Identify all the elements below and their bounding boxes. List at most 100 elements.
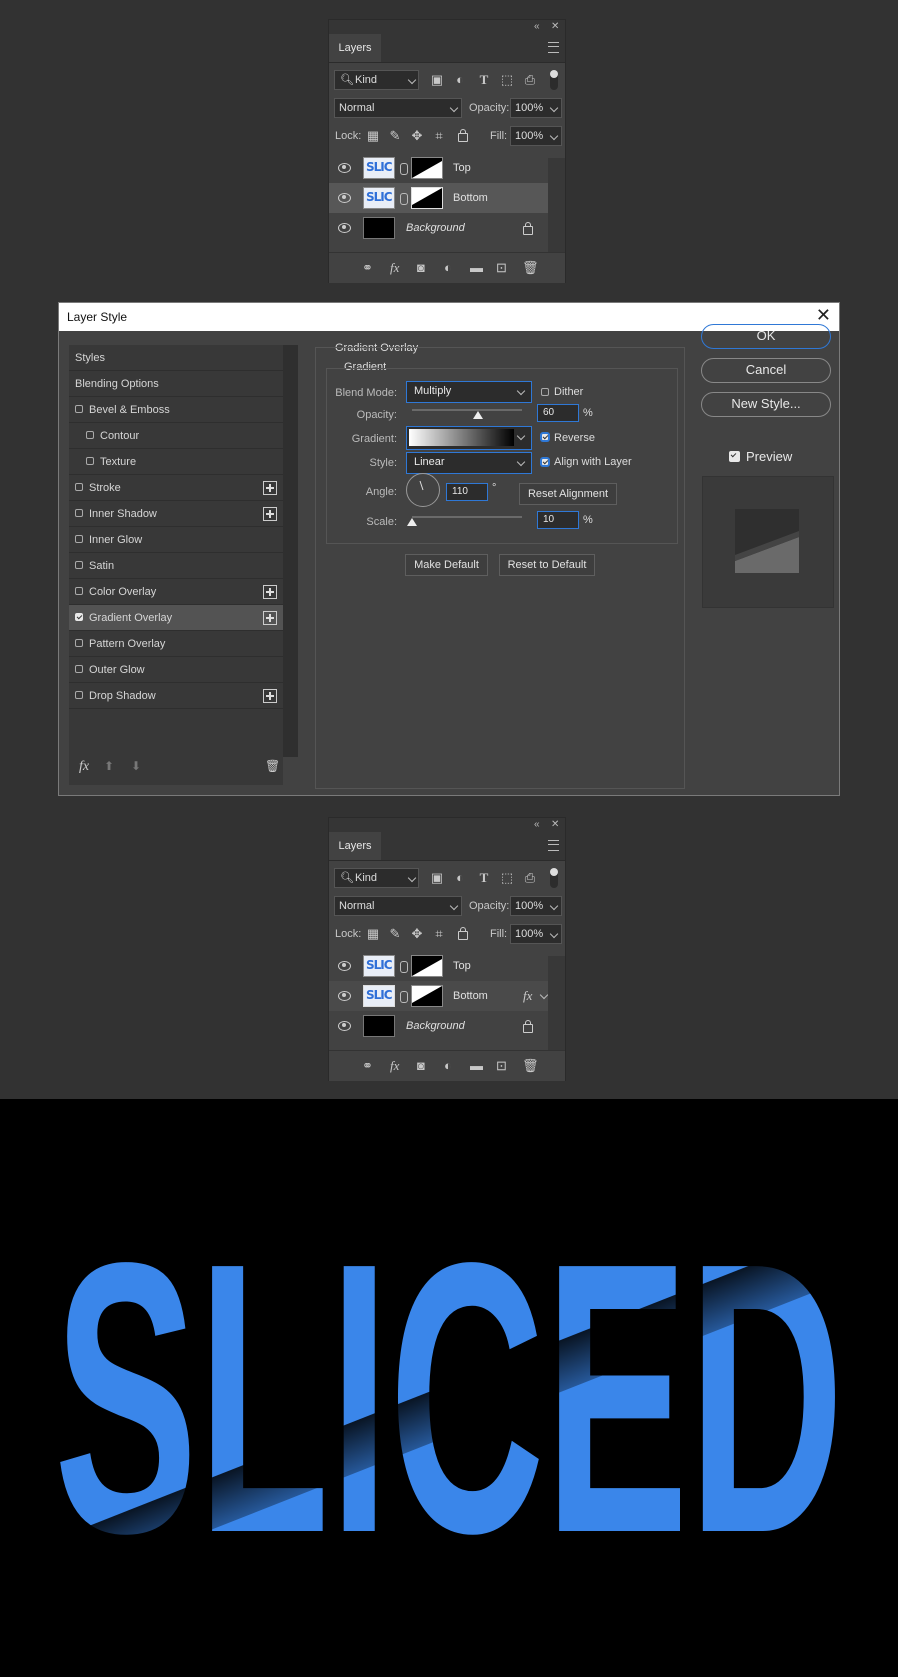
link-chain-icon[interactable]	[400, 991, 408, 1003]
scale-slider-track[interactable]	[412, 516, 522, 518]
reverse-checkbox[interactable]	[541, 433, 549, 441]
move-up-icon[interactable]: ⬆	[104, 759, 114, 773]
style-item-texture[interactable]: Texture	[69, 449, 283, 475]
blend-mode-select[interactable]: Normal	[334, 98, 462, 118]
checkbox[interactable]	[75, 509, 83, 517]
layer-row-top[interactable]: SLIC Top	[329, 951, 548, 981]
new-layer-icon[interactable]: ⊡	[496, 1058, 507, 1074]
collapse-icon[interactable]: «	[534, 21, 540, 32]
add-effect-icon[interactable]	[263, 689, 277, 703]
checkbox[interactable]	[75, 665, 83, 673]
style-item-styles[interactable]: Styles	[69, 345, 283, 371]
layer-row-bottom[interactable]: SLIC Bottom fx	[329, 981, 549, 1011]
close-icon[interactable]: ✕	[551, 819, 559, 830]
layer-name[interactable]: Top	[453, 162, 471, 174]
adjustment-filter-icon[interactable]: ◐	[452, 72, 468, 88]
add-effect-icon[interactable]	[263, 585, 277, 599]
gradient-picker[interactable]	[406, 426, 532, 450]
layer-name[interactable]: Background	[406, 1020, 465, 1032]
scale-slider-knob[interactable]	[407, 518, 417, 526]
smart-object-filter-icon[interactable]: ⎙	[522, 72, 538, 88]
layer-name[interactable]: Top	[453, 960, 471, 972]
cancel-button[interactable]: Cancel	[701, 358, 831, 383]
link-chain-icon[interactable]	[400, 193, 408, 205]
lock-artboard-icon[interactable]: ⌗	[431, 926, 447, 942]
style-item-pattern-overlay[interactable]: Pattern Overlay	[69, 631, 283, 657]
layer-lock-icon[interactable]	[523, 222, 533, 235]
opacity-slider-knob[interactable]	[473, 411, 483, 419]
add-effect-icon[interactable]	[263, 611, 277, 625]
fx-icon[interactable]: fx	[390, 260, 399, 276]
delete-layer-icon[interactable]: 🗑︎	[522, 1058, 539, 1074]
angle-dial[interactable]	[406, 473, 440, 507]
checkbox[interactable]	[75, 405, 83, 413]
delete-effect-icon[interactable]: 🗑︎	[265, 759, 280, 773]
layer-mask-thumbnail[interactable]	[411, 157, 443, 179]
add-mask-icon[interactable]: ◙	[417, 260, 425, 275]
layer-name[interactable]: Bottom	[453, 192, 488, 204]
checkbox[interactable]	[86, 431, 94, 439]
new-layer-icon[interactable]: ⊡	[496, 260, 507, 276]
type-filter-icon[interactable]: T	[476, 870, 492, 886]
style-item-bevel-emboss[interactable]: Bevel & Emboss	[69, 397, 283, 423]
layers-scrollbar[interactable]	[548, 158, 565, 252]
fill-field[interactable]: 100%	[510, 924, 562, 944]
close-icon[interactable]: ✕	[816, 305, 831, 326]
dither-checkbox[interactable]	[541, 388, 549, 396]
style-item-satin[interactable]: Satin	[69, 553, 283, 579]
lock-brush-icon[interactable]: ✎	[387, 926, 403, 942]
style-item-inner-glow[interactable]: Inner Glow	[69, 527, 283, 553]
lock-all-icon[interactable]	[458, 927, 468, 940]
styles-scrollbar[interactable]	[283, 345, 298, 757]
visibility-eye-icon[interactable]	[338, 961, 351, 971]
checkbox-checked[interactable]	[75, 613, 83, 621]
reset-to-default-button[interactable]: Reset to Default	[499, 554, 595, 576]
shape-filter-icon[interactable]: ⬚	[499, 870, 515, 886]
new-style-button[interactable]: New Style...	[701, 392, 831, 417]
lock-artboard-icon[interactable]: ⌗	[431, 128, 447, 144]
checkbox[interactable]	[75, 587, 83, 595]
layer-name[interactable]: Bottom	[453, 990, 488, 1002]
type-filter-icon[interactable]: T	[476, 72, 492, 88]
pixel-filter-icon[interactable]: ▣	[429, 72, 445, 88]
blend-mode-select[interactable]: Multiply	[406, 381, 532, 403]
style-item-gradient-overlay[interactable]: Gradient Overlay	[69, 605, 283, 631]
add-effect-icon[interactable]	[263, 481, 277, 495]
blend-mode-select[interactable]: Normal	[334, 896, 462, 916]
lock-all-icon[interactable]	[458, 129, 468, 142]
opacity-slider-track[interactable]	[412, 409, 522, 411]
make-default-button[interactable]: Make Default	[405, 554, 488, 576]
new-group-icon[interactable]: ▬	[470, 1058, 483, 1073]
layer-row-background[interactable]: Background	[329, 1011, 548, 1041]
checkbox[interactable]	[75, 639, 83, 647]
style-item-inner-shadow[interactable]: Inner Shadow	[69, 501, 283, 527]
layer-lock-icon[interactable]	[523, 1020, 533, 1033]
layer-name[interactable]: Background	[406, 222, 465, 234]
opacity-field[interactable]: 100%	[510, 896, 562, 916]
style-item-blending-options[interactable]: Blending Options	[69, 371, 283, 397]
add-mask-icon[interactable]: ◙	[417, 1058, 425, 1073]
layer-row-top[interactable]: SLIC Top	[329, 153, 548, 183]
style-item-outer-glow[interactable]: Outer Glow	[69, 657, 283, 683]
ok-button[interactable]: OK	[701, 324, 831, 349]
layer-mask-thumbnail[interactable]	[411, 955, 443, 977]
checkbox[interactable]	[75, 535, 83, 543]
checkbox[interactable]	[86, 457, 94, 465]
new-group-icon[interactable]: ▬	[470, 260, 483, 275]
style-select[interactable]: Linear	[406, 452, 532, 474]
gradient-preview[interactable]	[409, 429, 514, 446]
align-with-layer-checkbox[interactable]	[541, 458, 549, 466]
layer-row-background[interactable]: Background	[329, 213, 548, 243]
link-layers-icon[interactable]: ⚭	[362, 260, 373, 276]
filter-toggle[interactable]	[550, 868, 558, 888]
filter-toggle[interactable]	[550, 70, 558, 90]
delete-layer-icon[interactable]: 🗑︎	[522, 260, 539, 276]
lock-move-icon[interactable]: ✥	[409, 926, 425, 942]
layer-mask-thumbnail[interactable]	[411, 187, 443, 209]
lock-transparent-icon[interactable]: ▦	[365, 926, 381, 942]
close-icon[interactable]: ✕	[551, 21, 559, 32]
fill-field[interactable]: 100%	[510, 126, 562, 146]
preview-checkbox[interactable]	[729, 451, 740, 462]
tab-layers[interactable]: Layers	[329, 832, 381, 860]
visibility-eye-icon[interactable]	[338, 223, 351, 233]
